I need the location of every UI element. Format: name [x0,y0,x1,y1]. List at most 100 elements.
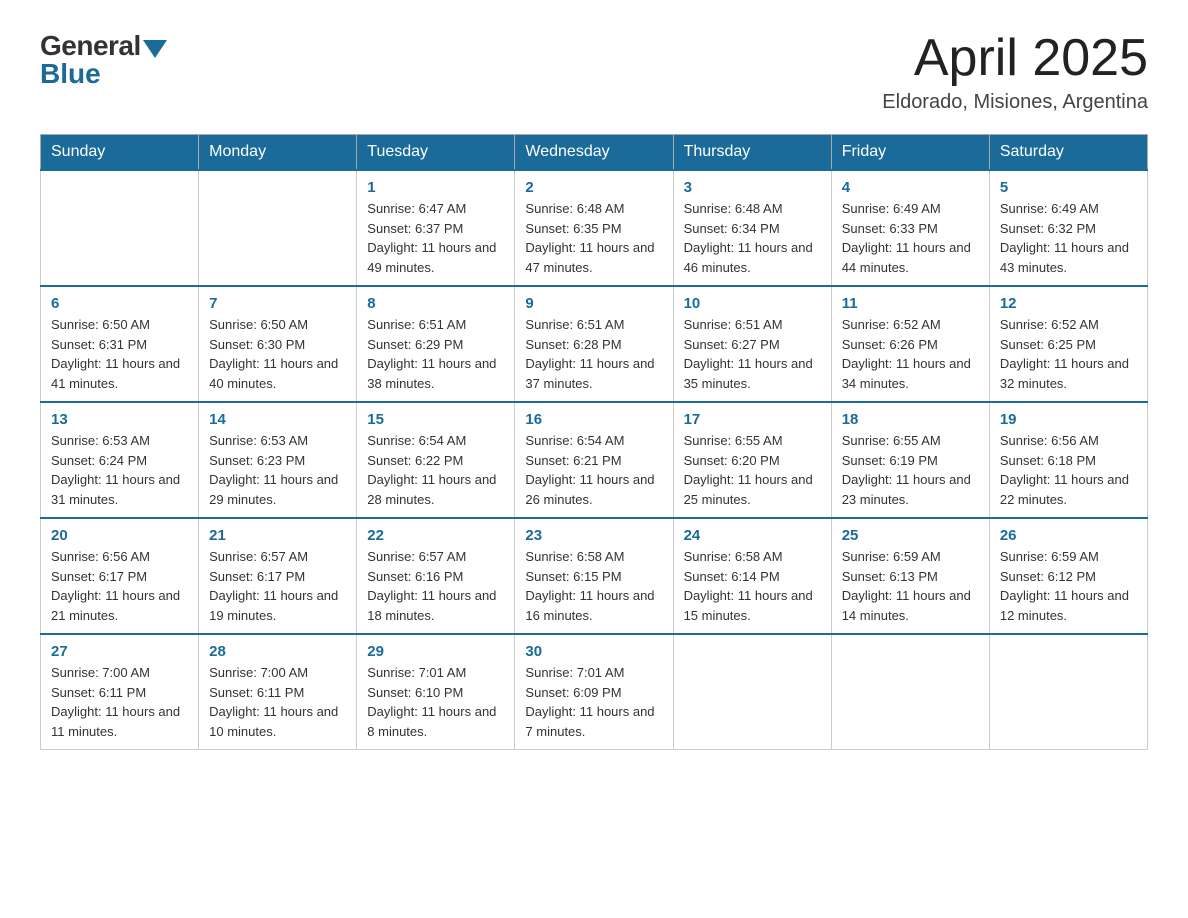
day-info: Sunrise: 6:53 AMSunset: 6:23 PMDaylight:… [209,431,346,509]
calendar-cell: 18 Sunrise: 6:55 AMSunset: 6:19 PMDayligh… [831,402,989,518]
day-info: Sunrise: 6:51 AMSunset: 6:29 PMDaylight:… [367,315,504,393]
location-text: Eldorado, Misiones, Argentina [882,91,1148,114]
logo-blue-text: Blue [40,58,101,90]
calendar-header-tuesday: Tuesday [357,135,515,171]
calendar-cell: 3 Sunrise: 6:48 AMSunset: 6:34 PMDaylight… [673,170,831,286]
day-number: 12 [1000,295,1137,312]
calendar-cell: 26 Sunrise: 6:59 AMSunset: 6:12 PMDayligh… [989,518,1147,634]
calendar-cell: 24 Sunrise: 6:58 AMSunset: 6:14 PMDayligh… [673,518,831,634]
day-info: Sunrise: 6:57 AMSunset: 6:17 PMDaylight:… [209,547,346,625]
calendar-header-friday: Friday [831,135,989,171]
calendar-cell [199,170,357,286]
calendar-cell: 21Sunrise: 6:57 AMSunset: 6:17 PMDayligh… [199,518,357,634]
day-info: Sunrise: 6:50 AMSunset: 6:30 PMDaylight:… [209,315,346,393]
calendar-header-saturday: Saturday [989,135,1147,171]
calendar-header-thursday: Thursday [673,135,831,171]
calendar-cell: 22 Sunrise: 6:57 AMSunset: 6:16 PMDayligh… [357,518,515,634]
day-info: Sunrise: 7:00 AMSunset: 6:11 PMDaylight:… [51,663,188,741]
day-info: Sunrise: 6:47 AMSunset: 6:37 PMDaylight:… [367,199,504,277]
calendar-cell: 6 Sunrise: 6:50 AMSunset: 6:31 PMDaylight… [41,286,199,402]
day-number: 18 [842,411,979,428]
day-number: 5 [1000,179,1137,196]
week-row-5: 27 Sunrise: 7:00 AMSunset: 6:11 PMDayligh… [41,634,1148,750]
calendar-cell [41,170,199,286]
day-number: 22 [367,527,504,544]
calendar-cell: 13Sunrise: 6:53 AMSunset: 6:24 PMDayligh… [41,402,199,518]
calendar-cell: 15 Sunrise: 6:54 AMSunset: 6:22 PMDayligh… [357,402,515,518]
week-row-2: 6 Sunrise: 6:50 AMSunset: 6:31 PMDaylight… [41,286,1148,402]
day-info: Sunrise: 6:58 AMSunset: 6:15 PMDaylight:… [525,547,662,625]
day-number: 29 [367,643,504,660]
week-row-1: 1Sunrise: 6:47 AMSunset: 6:37 PMDaylight… [41,170,1148,286]
day-number: 14 [209,411,346,428]
day-number: 30 [525,643,662,660]
calendar-cell: 20Sunrise: 6:56 AMSunset: 6:17 PMDayligh… [41,518,199,634]
day-number: 2 [525,179,662,196]
page-header: General Blue April 2025 Eldorado, Mision… [40,30,1148,114]
day-info: Sunrise: 6:49 AMSunset: 6:32 PMDaylight:… [1000,199,1137,277]
day-info: Sunrise: 6:56 AMSunset: 6:18 PMDaylight:… [1000,431,1137,509]
calendar-cell: 7 Sunrise: 6:50 AMSunset: 6:30 PMDaylight… [199,286,357,402]
day-number: 24 [684,527,821,544]
week-row-3: 13Sunrise: 6:53 AMSunset: 6:24 PMDayligh… [41,402,1148,518]
day-info: Sunrise: 6:52 AMSunset: 6:26 PMDaylight:… [842,315,979,393]
calendar-cell: 2 Sunrise: 6:48 AMSunset: 6:35 PMDaylight… [515,170,673,286]
day-number: 4 [842,179,979,196]
day-number: 16 [525,411,662,428]
day-number: 23 [525,527,662,544]
calendar-cell: 11 Sunrise: 6:52 AMSunset: 6:26 PMDayligh… [831,286,989,402]
calendar-cell: 23 Sunrise: 6:58 AMSunset: 6:15 PMDayligh… [515,518,673,634]
day-info: Sunrise: 6:48 AMSunset: 6:34 PMDaylight:… [684,199,821,277]
day-info: Sunrise: 6:55 AMSunset: 6:19 PMDaylight:… [842,431,979,509]
calendar-header-monday: Monday [199,135,357,171]
day-number: 15 [367,411,504,428]
day-number: 27 [51,643,188,660]
calendar-cell: 25 Sunrise: 6:59 AMSunset: 6:13 PMDayligh… [831,518,989,634]
day-info: Sunrise: 6:54 AMSunset: 6:22 PMDaylight:… [367,431,504,509]
day-number: 26 [1000,527,1137,544]
day-info: Sunrise: 6:57 AMSunset: 6:16 PMDaylight:… [367,547,504,625]
calendar-cell: 16 Sunrise: 6:54 AMSunset: 6:21 PMDayligh… [515,402,673,518]
day-info: Sunrise: 6:50 AMSunset: 6:31 PMDaylight:… [51,315,188,393]
week-row-4: 20Sunrise: 6:56 AMSunset: 6:17 PMDayligh… [41,518,1148,634]
calendar-cell: 9Sunrise: 6:51 AMSunset: 6:28 PMDaylight… [515,286,673,402]
calendar-cell: 29 Sunrise: 7:01 AMSunset: 6:10 PMDayligh… [357,634,515,750]
day-number: 9 [525,295,662,312]
calendar-cell: 5 Sunrise: 6:49 AMSunset: 6:32 PMDaylight… [989,170,1147,286]
calendar-header-sunday: Sunday [41,135,199,171]
title-section: April 2025 Eldorado, Misiones, Argentina [882,30,1148,114]
day-info: Sunrise: 6:59 AMSunset: 6:12 PMDaylight:… [1000,547,1137,625]
day-number: 19 [1000,411,1137,428]
calendar-cell: 14 Sunrise: 6:53 AMSunset: 6:23 PMDayligh… [199,402,357,518]
calendar-cell: 4 Sunrise: 6:49 AMSunset: 6:33 PMDaylight… [831,170,989,286]
day-number: 10 [684,295,821,312]
day-number: 20 [51,527,188,544]
day-info: Sunrise: 6:49 AMSunset: 6:33 PMDaylight:… [842,199,979,277]
day-info: Sunrise: 6:58 AMSunset: 6:14 PMDaylight:… [684,547,821,625]
day-info: Sunrise: 7:00 AMSunset: 6:11 PMDaylight:… [209,663,346,741]
day-number: 25 [842,527,979,544]
logo-arrow-icon [143,40,167,58]
day-info: Sunrise: 7:01 AMSunset: 6:09 PMDaylight:… [525,663,662,741]
day-info: Sunrise: 6:53 AMSunset: 6:24 PMDaylight:… [51,431,188,509]
day-number: 3 [684,179,821,196]
calendar-cell [989,634,1147,750]
day-number: 6 [51,295,188,312]
day-info: Sunrise: 6:54 AMSunset: 6:21 PMDaylight:… [525,431,662,509]
day-number: 7 [209,295,346,312]
calendar-cell: 17Sunrise: 6:55 AMSunset: 6:20 PMDayligh… [673,402,831,518]
calendar-cell [673,634,831,750]
calendar-cell: 1Sunrise: 6:47 AMSunset: 6:37 PMDaylight… [357,170,515,286]
calendar-cell: 27 Sunrise: 7:00 AMSunset: 6:11 PMDayligh… [41,634,199,750]
day-number: 11 [842,295,979,312]
calendar-table: SundayMondayTuesdayWednesdayThursdayFrid… [40,134,1148,750]
day-info: Sunrise: 6:48 AMSunset: 6:35 PMDaylight:… [525,199,662,277]
calendar-header-wednesday: Wednesday [515,135,673,171]
day-info: Sunrise: 7:01 AMSunset: 6:10 PMDaylight:… [367,663,504,741]
calendar-cell [831,634,989,750]
calendar-header-row: SundayMondayTuesdayWednesdayThursdayFrid… [41,135,1148,171]
day-info: Sunrise: 6:52 AMSunset: 6:25 PMDaylight:… [1000,315,1137,393]
day-info: Sunrise: 6:59 AMSunset: 6:13 PMDaylight:… [842,547,979,625]
calendar-cell: 12 Sunrise: 6:52 AMSunset: 6:25 PMDayligh… [989,286,1147,402]
calendar-cell: 10Sunrise: 6:51 AMSunset: 6:27 PMDayligh… [673,286,831,402]
